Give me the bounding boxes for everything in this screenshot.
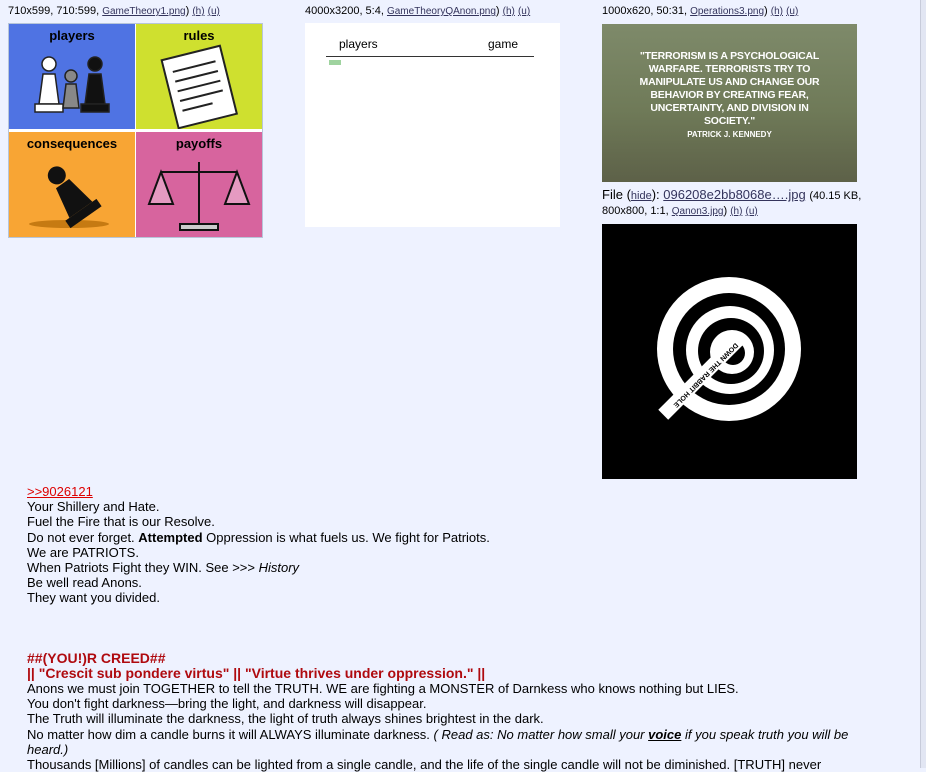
quote-author: PATRICK J. KENNEDY — [687, 130, 772, 139]
hide-u-link[interactable]: (u) — [208, 6, 220, 17]
document-icon — [160, 44, 239, 129]
hide-u-link[interactable]: (u) — [518, 6, 530, 17]
italic-text: ( Read as: No matter how small your — [433, 726, 649, 742]
message-line: Be well read Anons. — [27, 575, 142, 591]
text-fragment: Oppression is what fuels us. We fight fo… — [202, 529, 490, 545]
file-link-operations3[interactable]: Operations3.png — [690, 6, 764, 17]
file-dimensions: 800x800, 1:1, — [602, 205, 672, 217]
quote-link[interactable]: >>9026121 — [27, 484, 93, 499]
cell-players: players — [9, 24, 135, 129]
creed-title: ##(YOU!)R CREED## — [27, 649, 166, 666]
gametheory-image[interactable]: players rules consequences payoffs — [8, 23, 263, 238]
text-fragment: When Patriots Fight they WIN. See >>> — [27, 560, 259, 576]
italic-text: History — [258, 560, 300, 576]
hide-u-link[interactable]: (u) — [786, 6, 798, 17]
file-dimensions: 710x599, 710:599, — [8, 5, 103, 17]
hide-h-link[interactable]: (h) — [730, 206, 742, 217]
rabbit-hole-q-image[interactable]: DOWN THE RABBIT HOLE — [602, 224, 857, 479]
file-info-1: 710x599, 710:599, GameTheory1.png) (h) (… — [8, 5, 220, 17]
message-line: They want you divided. — [27, 590, 160, 606]
italic-text: if you speak truth you will be — [681, 726, 849, 742]
scales-icon — [147, 162, 251, 231]
file-link-qanon3[interactable]: Qanon3.jpg — [672, 206, 724, 217]
header-game: game — [488, 37, 519, 51]
message-line-candle: No matter how dim a candle burns it will… — [27, 727, 887, 742]
file-dimensions: 1000x620, 50:31, — [602, 5, 691, 17]
file-info-4: File (hide): 096208e2bb8068e….jpg (40.15… — [602, 187, 862, 202]
cell-rules: rules — [136, 24, 262, 129]
file-dimensions: 4000x3200, 5:4, — [305, 5, 387, 17]
file-link-096208[interactable]: 096208e2bb8068e….jpg — [663, 187, 805, 202]
header-rule — [326, 56, 534, 57]
green-mark — [329, 60, 341, 65]
cell-consequences: consequences — [9, 132, 135, 237]
message-line: Your Shillery and Hate. — [27, 499, 160, 515]
hide-h-link[interactable]: (h) — [192, 6, 204, 17]
cell-payoffs: payoffs — [136, 132, 262, 237]
message-line: Thousands [Millions] of candles can be l… — [27, 757, 822, 772]
italic-text: heard.) — [27, 741, 69, 757]
bold-text: Attempted — [138, 529, 203, 545]
message-line: Fuel the Fire that is our Resolve. — [27, 514, 215, 530]
file-info-2: 4000x3200, 5:4, GameTheoryQAnon.png) (h)… — [305, 5, 531, 17]
fallen-pawn-icon — [29, 166, 109, 229]
file-size: (40.15 KB, — [809, 190, 862, 202]
message-line: We are PATRIOTS. — [27, 544, 139, 560]
post-message: >>9026121 Your Shillery and Hate. Fuel t… — [27, 484, 887, 772]
quote-text: "TERRORISM IS A PSYCHOLOGICAL WARFARE. T… — [639, 50, 820, 127]
creed-motto: || "Crescit sub pondere virtus" || "Virt… — [27, 664, 486, 681]
hide-h-link[interactable]: (h) — [503, 6, 515, 17]
header-players: players — [339, 37, 378, 51]
q-rabbit-hole-icon: DOWN THE RABBIT HOLE — [657, 277, 801, 421]
text-fragment: Do not ever forget. — [27, 529, 139, 545]
file-link-gametheory1[interactable]: GameTheory1.png — [102, 6, 185, 17]
file-info-3: 1000x620, 50:31, Operations3.png) (h) (u… — [602, 5, 799, 17]
voice-emphasis: voice — [648, 726, 682, 742]
message-line-attempted: Do not ever forget. Attempted Oppression… — [27, 530, 887, 545]
text-fragment: No matter how dim a candle burns it will… — [27, 726, 434, 742]
message-line-history: When Patriots Fight they WIN. See >>> Hi… — [27, 560, 887, 575]
pawns-icon — [34, 56, 110, 113]
message-line: The Truth will illuminate the darkness, … — [27, 711, 544, 727]
page-scroll-edge — [920, 0, 926, 768]
message-line: You don't fight darkness—bring the light… — [27, 696, 427, 712]
file-label: File — [602, 187, 623, 202]
hide-u-link[interactable]: (u) — [745, 206, 757, 217]
quote-image-operations3[interactable]: "TERRORISM IS A PSYCHOLOGICAL WARFARE. T… — [602, 24, 857, 182]
file-link-gametheoryqanon[interactable]: GameTheoryQAnon.png — [387, 6, 496, 17]
message-line: Anons we must join TOGETHER to tell the … — [27, 681, 739, 697]
file-info-4-line2: 800x800, 1:1, Qanon3.jpg) (h) (u) — [602, 205, 758, 217]
hide-file-link[interactable]: hide — [631, 190, 652, 202]
hide-h-link[interactable]: (h) — [771, 6, 783, 17]
gametheory-qanon-image[interactable]: players game — [305, 23, 560, 227]
